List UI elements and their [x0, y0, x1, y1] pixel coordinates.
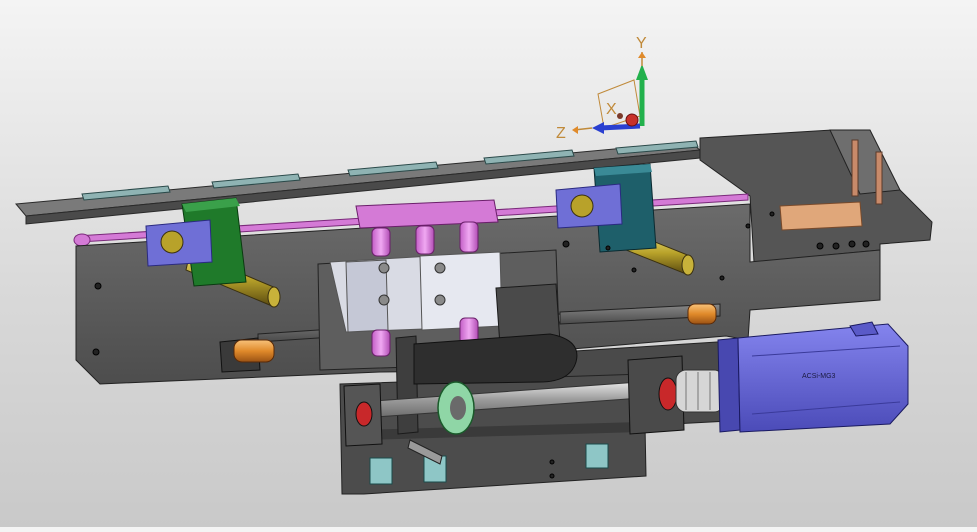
z-axis-arrow — [599, 123, 641, 131]
blue-block-left[interactable] — [145, 219, 213, 267]
tan-plate — [779, 201, 863, 231]
servo-motor[interactable]: ACSi-MG3 — [717, 321, 909, 433]
triad-x-label: X — [606, 101, 617, 118]
motor-label: ACSi-MG3 — [802, 373, 836, 380]
coordinate-triad[interactable]: Y X Z — [556, 35, 648, 142]
coupling — [675, 369, 725, 413]
triad-y-label: Y — [636, 35, 647, 52]
triad-z-label: Z — [556, 125, 566, 142]
blue-block-right[interactable] — [555, 183, 623, 229]
assembly-model[interactable]: ACSi-MG3 Y X Z — [0, 0, 977, 527]
shaft-end-block-left[interactable] — [343, 383, 383, 447]
cad-viewport[interactable]: ACSi-MG3 Y X Z — [0, 0, 977, 527]
x-axis-arrow — [625, 113, 639, 127]
green-flange[interactable] — [437, 381, 475, 435]
